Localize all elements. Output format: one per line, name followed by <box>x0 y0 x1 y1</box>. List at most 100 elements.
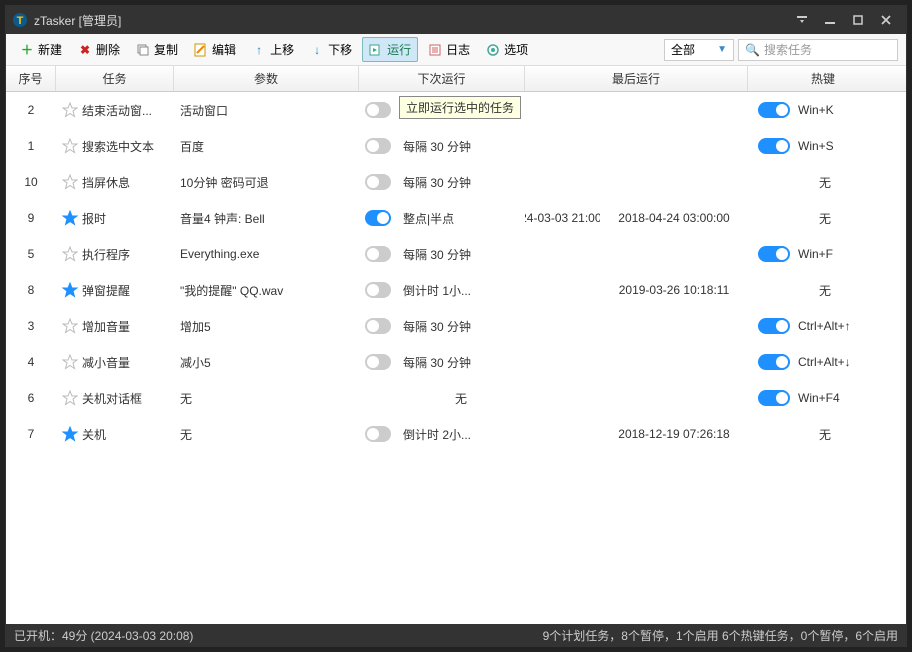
toggle-switch[interactable] <box>365 210 391 226</box>
toggle-switch[interactable] <box>758 318 790 334</box>
hotkey: 无 <box>748 282 898 299</box>
app-window: T zTasker [管理员] ＋新建 ✖删除 复制 编辑 ↑上移 ↓下移 运行… <box>5 5 907 647</box>
search-icon: 🔍 <box>745 43 760 57</box>
last-run-2: 2019-03-26 10:18:11 <box>600 283 748 297</box>
log-button[interactable]: 日志 <box>422 38 476 61</box>
edit-label: 编辑 <box>212 41 236 58</box>
close-icon[interactable] <box>872 10 900 30</box>
toggle-switch[interactable] <box>365 138 391 154</box>
movedown-button[interactable]: ↓下移 <box>304 38 358 61</box>
star-icon[interactable] <box>62 426 78 442</box>
star-icon[interactable] <box>62 138 78 154</box>
toolbar: ＋ 新建 ✖删除 复制 编辑 ↑上移 ↓下移 运行 日志 选项 全部▼ 🔍搜索任务 <box>6 34 906 66</box>
minimize-icon[interactable] <box>816 10 844 30</box>
next-run: 整点|半点 <box>397 210 525 227</box>
table-row[interactable]: 10 挡屏休息 10分钟 密码可退 每隔 30 分钟 无 <box>6 164 906 200</box>
col-last[interactable]: 最后运行 <box>525 66 748 91</box>
row-num: 3 <box>6 319 56 333</box>
row-num: 5 <box>6 247 56 261</box>
task-param: 无 <box>174 390 359 407</box>
toggle-switch[interactable] <box>758 390 790 406</box>
task-param: 增加5 <box>174 318 359 335</box>
task-param: 百度 <box>174 138 359 155</box>
toggle-switch[interactable] <box>365 354 391 370</box>
caption-button-icon[interactable] <box>788 10 816 30</box>
filter-value: 全部 <box>671 41 695 58</box>
task-name: 弹窗提醒 <box>82 282 130 299</box>
task-name: 报时 <box>82 210 106 227</box>
search-input[interactable]: 🔍搜索任务 <box>738 39 898 61</box>
svg-text:T: T <box>17 15 24 27</box>
table-row[interactable]: 7 关机 无 倒计时 2小... 2018-12-19 07:26:18 无 <box>6 416 906 452</box>
hotkey: Ctrl+Alt+↓ <box>798 355 851 369</box>
toggle-switch[interactable] <box>365 282 391 298</box>
col-hotkey[interactable]: 热键 <box>748 66 898 91</box>
star-icon[interactable] <box>62 174 78 190</box>
task-param: 活动窗口 <box>174 102 359 119</box>
star-icon[interactable] <box>62 282 78 298</box>
col-task[interactable]: 任务 <box>56 66 174 91</box>
star-icon[interactable] <box>62 390 78 406</box>
copy-label: 复制 <box>154 41 178 58</box>
toggle-switch[interactable] <box>758 354 790 370</box>
star-icon[interactable] <box>62 354 78 370</box>
filter-dropdown[interactable]: 全部▼ <box>664 39 734 61</box>
delete-label: 删除 <box>96 41 120 58</box>
task-name: 搜索选中文本 <box>82 138 154 155</box>
run-button[interactable]: 运行 <box>362 37 418 62</box>
table-row[interactable]: 3 增加音量 增加5 每隔 30 分钟 Ctrl+Alt+↑ <box>6 308 906 344</box>
table-row[interactable]: 9 报时 音量4 钟声: Bell 整点|半点 2024-03-03 21:00… <box>6 200 906 236</box>
table-row[interactable]: 1 搜索选中文本 百度 每隔 30 分钟 Win+S <box>6 128 906 164</box>
task-param: 音量4 钟声: Bell <box>174 210 359 227</box>
hotkey: 无 <box>748 210 898 227</box>
toggle-switch[interactable] <box>365 246 391 262</box>
table-row[interactable]: 6 关机对话框 无 无 Win+F4 <box>6 380 906 416</box>
star-icon[interactable] <box>62 210 78 226</box>
hotkey: Win+F <box>798 247 833 261</box>
play-icon <box>369 43 383 57</box>
task-param: "我的提醒" QQ.wav <box>174 282 359 299</box>
toggle-switch[interactable] <box>365 174 391 190</box>
maximize-icon[interactable] <box>844 10 872 30</box>
toggle-switch[interactable] <box>758 102 790 118</box>
task-name: 关机 <box>82 426 106 443</box>
toggle-switch[interactable] <box>758 138 790 154</box>
plus-icon: ＋ <box>20 43 34 57</box>
moveup-button[interactable]: ↑上移 <box>246 38 300 61</box>
last-run-1: 2024-03-03 21:00:00 <box>525 211 600 225</box>
col-param[interactable]: 参数 <box>174 66 359 91</box>
row-num: 2 <box>6 103 56 117</box>
row-num: 8 <box>6 283 56 297</box>
options-button[interactable]: 选项 <box>480 38 534 61</box>
row-num: 1 <box>6 139 56 153</box>
hotkey: 无 <box>748 426 898 443</box>
toggle-switch[interactable] <box>365 426 391 442</box>
row-num: 7 <box>6 427 56 441</box>
last-run-2: 2018-04-24 03:00:00 <box>600 211 748 225</box>
table-header: 序号 任务 参数 下次运行 最后运行 热键 立即运行选中的任务 <box>6 66 906 92</box>
delete-button[interactable]: ✖删除 <box>72 38 126 61</box>
run-tooltip: 立即运行选中的任务 <box>399 96 521 119</box>
col-num[interactable]: 序号 <box>6 66 56 91</box>
new-label: 新建 <box>38 41 62 58</box>
edit-button[interactable]: 编辑 <box>188 38 242 61</box>
task-param: 无 <box>174 426 359 443</box>
task-param: 10分钟 密码可退 <box>174 174 359 191</box>
table-row[interactable]: 4 减小音量 减小5 每隔 30 分钟 Ctrl+Alt+↓ <box>6 344 906 380</box>
new-button[interactable]: ＋ 新建 <box>14 38 68 61</box>
task-param: 减小5 <box>174 354 359 371</box>
toggle-switch[interactable] <box>365 102 391 118</box>
col-next[interactable]: 下次运行 <box>359 66 525 91</box>
options-label: 选项 <box>504 41 528 58</box>
arrow-down-icon: ↓ <box>310 43 324 57</box>
star-icon[interactable] <box>62 102 78 118</box>
star-icon[interactable] <box>62 246 78 262</box>
table-row[interactable]: 5 执行程序 Everything.exe 每隔 30 分钟 Win+F <box>6 236 906 272</box>
last-run-2: 2018-12-19 07:26:18 <box>600 427 748 441</box>
star-icon[interactable] <box>62 318 78 334</box>
hotkey: Ctrl+Alt+↑ <box>798 319 851 333</box>
table-row[interactable]: 8 弹窗提醒 "我的提醒" QQ.wav 倒计时 1小... 2019-03-2… <box>6 272 906 308</box>
copy-button[interactable]: 复制 <box>130 38 184 61</box>
toggle-switch[interactable] <box>365 318 391 334</box>
toggle-switch[interactable] <box>758 246 790 262</box>
